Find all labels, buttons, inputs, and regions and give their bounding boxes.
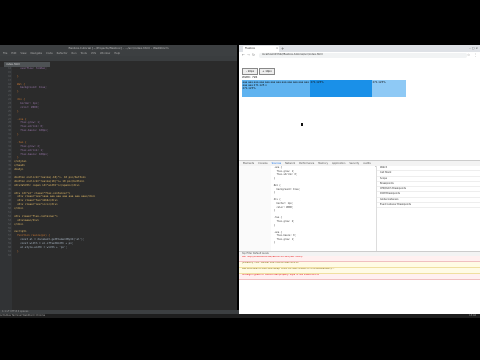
flex-item-one: aaa aaa aaa aaa aaa aaa aaa aaa aaa aaa …: [242, 80, 310, 97]
flex-item-one-size: 271.125%: [242, 86, 256, 90]
reload-icon[interactable]: ↻: [252, 53, 255, 57]
minus-10px-button[interactable]: - 10px: [242, 68, 258, 75]
menu-edit[interactable]: Edit: [11, 52, 16, 55]
menu-help[interactable]: Help: [114, 52, 120, 55]
menu-refactor[interactable]: Refactor: [57, 52, 68, 55]
line-number: 62: [8, 253, 11, 257]
devtools-tab-performance[interactable]: Performance: [299, 162, 314, 165]
new-tab-icon[interactable]: +: [281, 46, 284, 51]
devtools-tab-audits[interactable]: Audits: [363, 162, 371, 165]
taskbar-apps[interactable]: Activities Terminal WebStorm Chrome: [0, 314, 45, 317]
code-editor[interactable]: overflow: hidden; } #el { background: bl…: [14, 67, 236, 310]
devtools-tab-elements[interactable]: Elements: [243, 162, 254, 165]
console-drawer: top Filter Default levels GET http://loc…: [239, 251, 480, 316]
menu-vcs[interactable]: VCS: [91, 52, 96, 55]
sources-navigator[interactable]: [239, 166, 272, 251]
sources-editor[interactable]: .one { flex-grow: 1; flex-shrink: 0; } #…: [271, 166, 375, 251]
back-icon[interactable]: ←: [242, 53, 245, 57]
sidebar-section: Event Listener Breakpoints: [377, 203, 480, 209]
flex-item-two: 271.125%: [310, 80, 372, 97]
menu-tools[interactable]: Tools: [80, 52, 86, 55]
devtools-code-line: }: [271, 241, 276, 245]
devtools-tab-application[interactable]: Application: [332, 162, 345, 165]
menu-code[interactable]: Code: [46, 52, 53, 55]
forward-icon[interactable]: →: [247, 53, 250, 57]
devtools-tab-sources[interactable]: Sources: [272, 162, 281, 165]
flex-item-one-text: aaa aaa aaa aaa aaa aaa aaa aaa aaa aaa …: [242, 80, 309, 87]
menu-view[interactable]: View: [20, 52, 26, 55]
menu-window[interactable]: Window: [100, 52, 110, 55]
console-messages: GET http://localhost:63342/favicon.ico 4…: [239, 256, 480, 280]
ide-window: flexbox-tutorial [~/Projects/flexbox] - …: [0, 45, 239, 314]
browser-tab-title: Flexbox: [245, 47, 255, 50]
devtools-tab-memory[interactable]: Memory: [318, 162, 328, 165]
devtools-tab-security[interactable]: Security: [349, 162, 359, 165]
kebab-menu-icon[interactable]: ⋮: [474, 53, 478, 57]
mouse-cursor-icon: [301, 123, 303, 126]
browser-window: Flexbox × + – ▢ × ← → ↻ localhost:63342/…: [239, 45, 480, 316]
menu-navigate[interactable]: Navigate: [30, 52, 42, 55]
taskbar: Activities Terminal WebStorm Chrome 13:4…: [0, 314, 480, 318]
flex-container: aaa aaa aaa aaa aaa aaa aaa aaa aaa aaa …: [242, 80, 406, 97]
star-icon[interactable]: ☆: [467, 53, 470, 57]
console-message: Uncaught TypeError: Cannot read property…: [239, 274, 480, 280]
ide-toolbar: [0, 56, 237, 61]
taskbar-clock: 13:42: [469, 314, 476, 317]
url-input[interactable]: localhost:63342/flexbox-tutorial/src/ind…: [259, 53, 467, 58]
devtools-panel: Elements Console Sources Network Performance…: [239, 160, 480, 316]
menu-file[interactable]: File: [3, 52, 7, 55]
line-number-gutter: 14 15 16 17 18 19 20 21 22 23 24 25 26 27 28 29 30 31 32 33…: [0, 67, 12, 310]
debugger-sidebar: Watch Call Stack Scope Breakpoints XHR/fetch…: [376, 166, 480, 251]
width-label: Width: 726: [242, 75, 258, 79]
flex-item-three: 271.125%: [372, 80, 406, 97]
browser-tabstrip: Flexbox × + – ▢ ×: [239, 45, 480, 52]
menu-run[interactable]: Run: [72, 52, 77, 55]
devtools-tab-network[interactable]: Network: [285, 162, 295, 165]
devtools-tab-console[interactable]: Console: [258, 162, 268, 165]
page-viewport: - 10px + 10px Width: 726 aaa aaa aaa aaa…: [239, 59, 480, 160]
window-controls-icon[interactable]: – ▢ ×: [469, 45, 478, 51]
plus-10px-button[interactable]: + 10px: [259, 68, 275, 75]
